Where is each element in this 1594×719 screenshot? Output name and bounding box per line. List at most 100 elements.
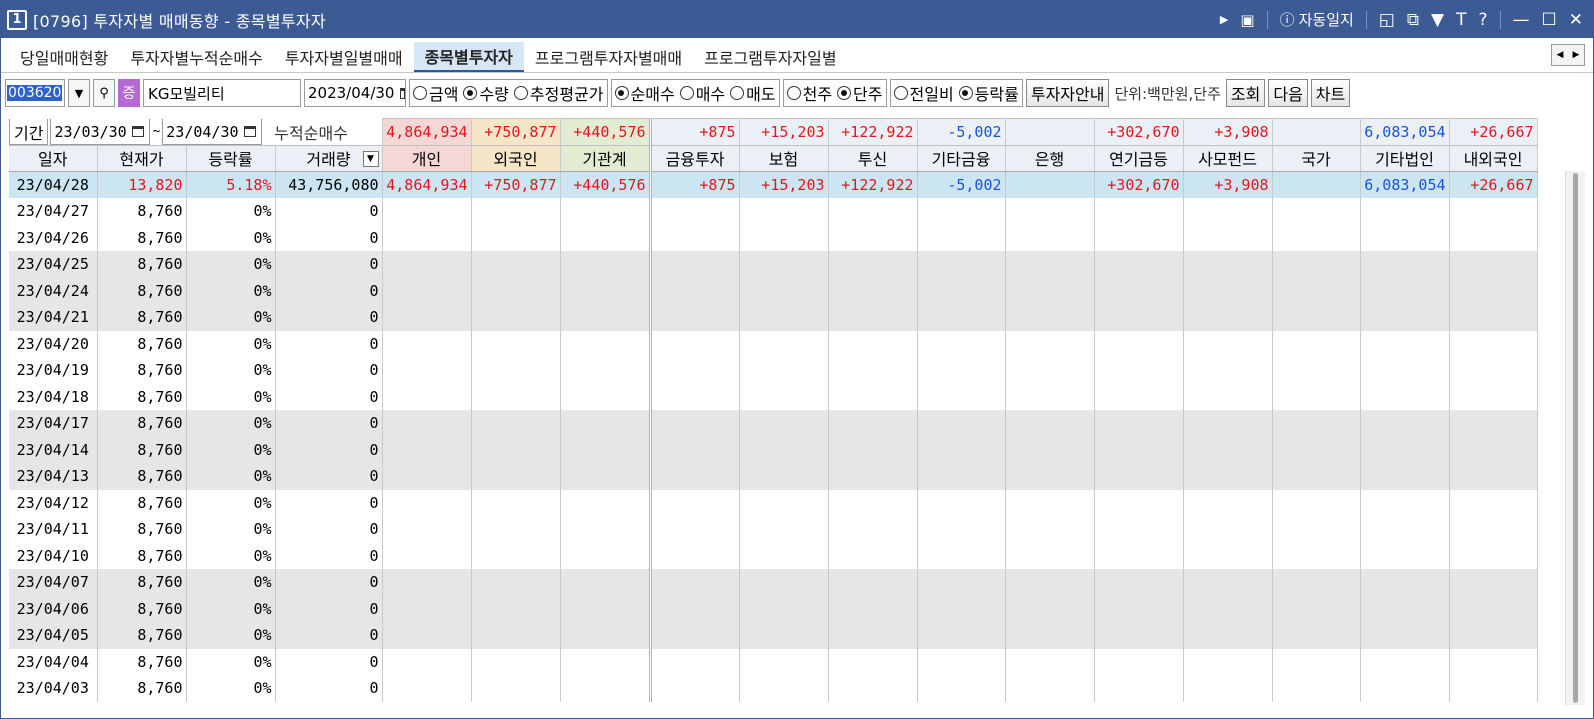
tab-program-investor-daily[interactable]: 프로그램투자자일별: [693, 42, 847, 72]
calendar-icon[interactable]: [243, 126, 256, 137]
tab-daily-status[interactable]: 당일매매현황: [9, 42, 119, 72]
layout-icon[interactable]: ◱: [1379, 10, 1395, 30]
table-row[interactable]: 23/04/03 8,760 0% 0: [9, 675, 1538, 702]
period-from-input[interactable]: 23/03/30: [50, 118, 151, 145]
calendar-icon[interactable]: [131, 126, 144, 137]
copy-window-icon[interactable]: ⧉: [1407, 10, 1419, 30]
table-row[interactable]: 23/04/13 8,760 0% 0: [9, 463, 1538, 490]
column-header[interactable]: 기타법인: [1360, 144, 1450, 172]
column-header[interactable]: 외국인: [471, 144, 561, 172]
column-header[interactable]: 보험: [739, 144, 829, 172]
table-cell: [1183, 463, 1273, 490]
table-cell: [560, 595, 652, 622]
column-header[interactable]: 연기금등: [1094, 144, 1184, 172]
period-to-input[interactable]: 23/04/30: [162, 118, 263, 145]
column-header[interactable]: 개인: [382, 144, 472, 172]
play-icon[interactable]: ▶: [1220, 13, 1228, 26]
column-header[interactable]: 일자: [9, 144, 98, 172]
calendar-icon[interactable]: [400, 87, 405, 99]
radio-group2-1[interactable]: 매수: [679, 81, 725, 105]
help-icon[interactable]: ?: [1478, 10, 1487, 30]
toolbar: 003620 ▼ ⚲ 증 KG모빌리티 2023/04/30 금액 수량 추정평균가…: [1, 76, 1593, 110]
next-button[interactable]: 다음: [1268, 79, 1308, 107]
radio-group1-1[interactable]: 수량: [463, 81, 509, 105]
column-header[interactable]: 등락률: [186, 144, 276, 172]
table-row[interactable]: 23/04/04 8,760 0% 0: [9, 648, 1538, 675]
table-row[interactable]: 23/04/14 8,760 0% 0: [9, 436, 1538, 463]
table-row[interactable]: 23/04/12 8,760 0% 0: [9, 489, 1538, 516]
maximize-icon[interactable]: ☐: [1542, 10, 1557, 30]
table-row[interactable]: 23/04/10 8,760 0% 0: [9, 542, 1538, 569]
pin-icon[interactable]: ▼: [1431, 10, 1444, 30]
radio-group2-0[interactable]: 순매수: [614, 81, 675, 105]
tab-stock-investor[interactable]: 종목별투자자: [413, 42, 524, 72]
table-row[interactable]: 23/04/06 8,760 0% 0: [9, 595, 1538, 622]
table-row[interactable]: 23/04/18 8,760 0% 0: [9, 383, 1538, 410]
table-cell: [650, 383, 740, 410]
table-row[interactable]: 23/04/17 8,760 0% 0: [9, 410, 1538, 437]
volume-dropdown-icon[interactable]: ▼: [362, 150, 379, 167]
table-row[interactable]: 23/04/21 8,760 0% 0: [9, 304, 1538, 331]
radio-group4-0[interactable]: 전일비: [893, 81, 954, 105]
table-cell: [739, 304, 829, 331]
radio-group1-2[interactable]: 추정평균가: [513, 81, 604, 105]
tab-prev-icon[interactable]: ◀: [1552, 45, 1568, 65]
window-number: 1: [7, 9, 27, 30]
table-row[interactable]: 23/04/26 8,760 0% 0: [9, 224, 1538, 251]
tab-investor-daily[interactable]: 투자자별일별매매: [274, 42, 414, 72]
auto-log-button[interactable]: ⓘ 자동일지: [1280, 9, 1354, 30]
table-cell: [1449, 516, 1538, 543]
column-header[interactable]: 기관계: [560, 144, 652, 172]
table-row[interactable]: 23/04/24 8,760 0% 0: [9, 277, 1538, 304]
table-cell: 0%: [186, 569, 276, 596]
radio-group3-0[interactable]: 천주: [786, 81, 832, 105]
table-row[interactable]: 23/04/05 8,760 0% 0: [9, 622, 1538, 649]
column-header[interactable]: 내외국인: [1449, 144, 1538, 172]
column-header[interactable]: 국가: [1272, 144, 1361, 172]
radio-group3-1[interactable]: 단주: [837, 81, 883, 105]
table-cell: 0: [275, 648, 383, 675]
table-cell: [739, 569, 829, 596]
close-icon[interactable]: ✕: [1569, 10, 1583, 30]
column-header[interactable]: 기타금융: [917, 144, 1006, 172]
table-row[interactable]: 23/04/25 8,760 0% 0: [9, 251, 1538, 278]
radio-group1-0[interactable]: 금액: [413, 81, 458, 105]
stock-code-input[interactable]: 003620: [5, 79, 65, 107]
table-cell: [739, 463, 829, 490]
table-row[interactable]: 23/04/28 13,820 5.18% 43,756,080 4,864,934 +7…: [9, 171, 1538, 198]
column-header[interactable]: 거래량 ▼: [275, 144, 383, 172]
column-header[interactable]: 투신: [828, 144, 918, 172]
radio-group2-2[interactable]: 매도: [730, 81, 776, 105]
table-cell: [917, 489, 1006, 516]
table-row[interactable]: 23/04/11 8,760 0% 0: [9, 516, 1538, 543]
column-header[interactable]: 현재가: [97, 144, 187, 172]
date-input[interactable]: 2023/04/30: [304, 79, 406, 107]
table-cell: [471, 569, 561, 596]
minimize-icon[interactable]: —: [1513, 10, 1530, 30]
code-dropdown-icon[interactable]: ▼: [68, 79, 90, 107]
scrollbar-thumb[interactable]: [1573, 173, 1578, 703]
table-row[interactable]: 23/04/07 8,760 0% 0: [9, 569, 1538, 596]
title-bar[interactable]: 1 [0796] 투자자별 매매동향 - 종목별투자자 ▶ ▣ ⓘ 자동일지 ◱ …: [1, 1, 1593, 38]
table-row[interactable]: 23/04/19 8,760 0% 0: [9, 357, 1538, 384]
table-row[interactable]: 23/04/27 8,760 0% 0: [9, 198, 1538, 225]
query-button[interactable]: 조회: [1225, 79, 1266, 107]
column-header[interactable]: 사모펀드: [1183, 144, 1273, 172]
table-cell: 23/04/13: [9, 463, 98, 490]
chart-button[interactable]: 차트: [1310, 79, 1351, 107]
text-icon[interactable]: T: [1456, 10, 1466, 30]
table-cell: [471, 595, 561, 622]
tab-cumulative-net-buy[interactable]: 투자자별누적순매수: [119, 42, 273, 72]
radio-group4-1[interactable]: 등락률: [958, 81, 1019, 105]
column-header[interactable]: 은행: [1005, 144, 1095, 172]
table-cell: [828, 251, 918, 278]
search-icon[interactable]: ⚲: [93, 79, 115, 107]
investor-guide-button[interactable]: 투자자안내: [1025, 79, 1110, 107]
column-header[interactable]: 금융투자: [650, 144, 740, 172]
tab-program-investor-trading[interactable]: 프로그램투자자별매매: [524, 42, 693, 72]
vertical-scrollbar[interactable]: [1565, 171, 1585, 705]
tab-next-icon[interactable]: ▶: [1568, 45, 1584, 65]
table-row[interactable]: 23/04/20 8,760 0% 0: [9, 330, 1538, 357]
table-cell: [1360, 542, 1450, 569]
screen-icon[interactable]: ▣: [1240, 11, 1254, 29]
